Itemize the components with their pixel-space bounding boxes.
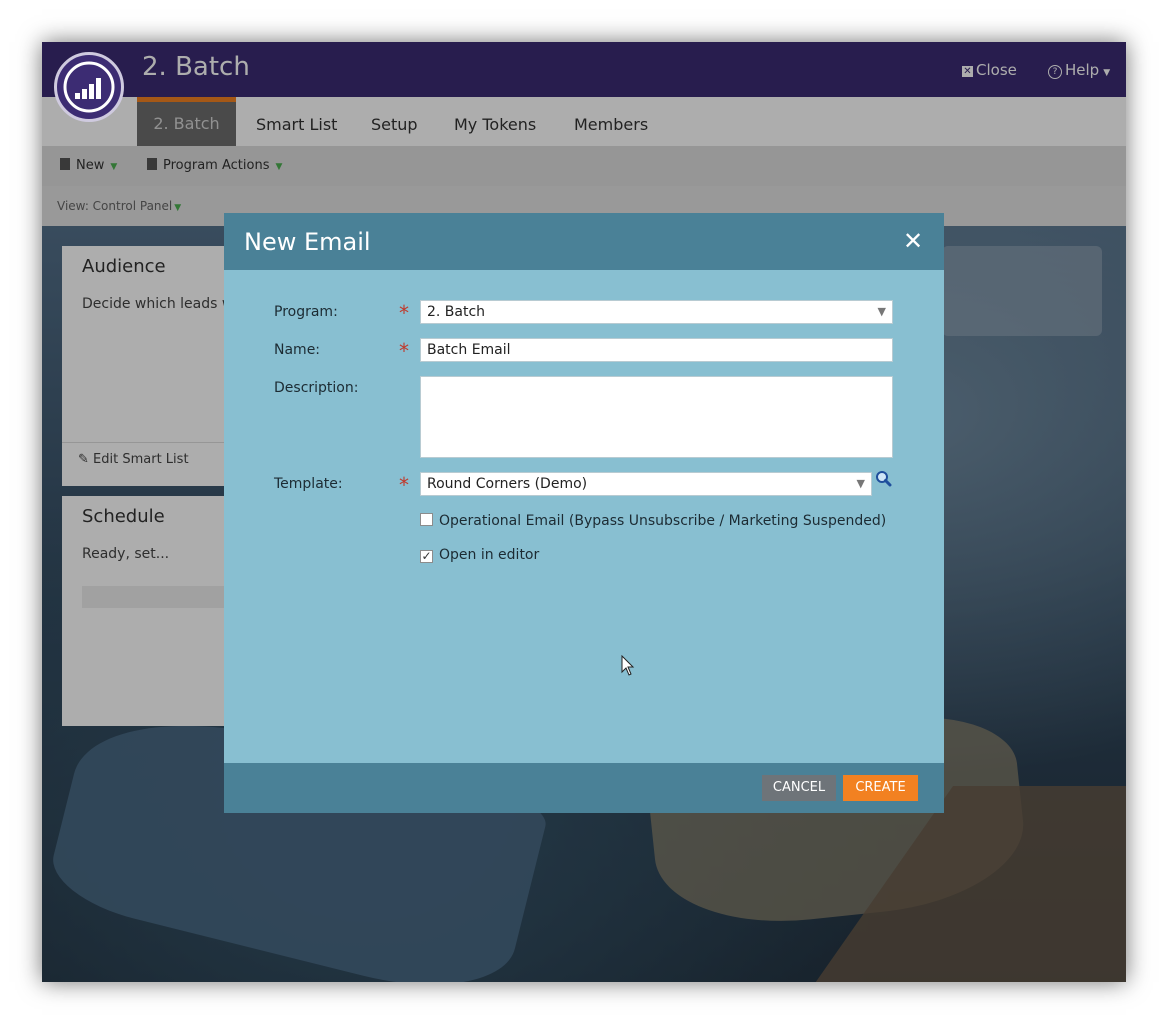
marketo-logo[interactable] (54, 52, 124, 122)
logo-bars-icon (63, 61, 115, 113)
chevron-down-icon: ▼ (877, 305, 886, 318)
mouse-pointer-icon (621, 654, 635, 681)
program-value: 2. Batch (427, 304, 486, 320)
dialog-footer: CANCEL CREATE (224, 763, 944, 813)
dialog-title: New Email (244, 228, 371, 256)
new-email-dialog: New Email ✕ Program: * 2. Batch ▼ Name: … (224, 213, 944, 813)
close-icon[interactable]: ✕ (902, 229, 924, 253)
program-select[interactable]: 2. Batch ▼ (420, 300, 893, 324)
dialog-header: New Email ✕ (224, 213, 944, 270)
search-icon[interactable] (874, 470, 894, 490)
cancel-button[interactable]: CANCEL (762, 775, 836, 801)
operational-email-checkbox[interactable] (420, 513, 433, 526)
required-marker: * (399, 301, 409, 325)
operational-email-option[interactable]: Operational Email (Bypass Unsubscribe / … (420, 513, 886, 529)
required-marker: * (399, 339, 409, 363)
required-marker: * (399, 473, 409, 497)
open-in-editor-checkbox[interactable]: ✓ (420, 550, 433, 563)
template-value: Round Corners (Demo) (427, 476, 588, 492)
name-value: Batch Email (427, 342, 511, 358)
chevron-down-icon: ▼ (856, 477, 865, 490)
open-in-editor-label: Open in editor (439, 547, 540, 563)
create-button[interactable]: CREATE (843, 775, 918, 801)
operational-email-label: Operational Email (Bypass Unsubscribe / … (439, 513, 887, 529)
description-label: Description: (274, 380, 359, 396)
template-select[interactable]: Round Corners (Demo) ▼ (420, 472, 872, 496)
program-label: Program: (274, 304, 338, 320)
name-input[interactable]: Batch Email (420, 338, 893, 362)
template-label: Template: (274, 476, 343, 492)
open-in-editor-option[interactable]: ✓ Open in editor (420, 547, 539, 563)
name-label: Name: (274, 342, 321, 358)
description-textarea[interactable] (420, 376, 893, 458)
